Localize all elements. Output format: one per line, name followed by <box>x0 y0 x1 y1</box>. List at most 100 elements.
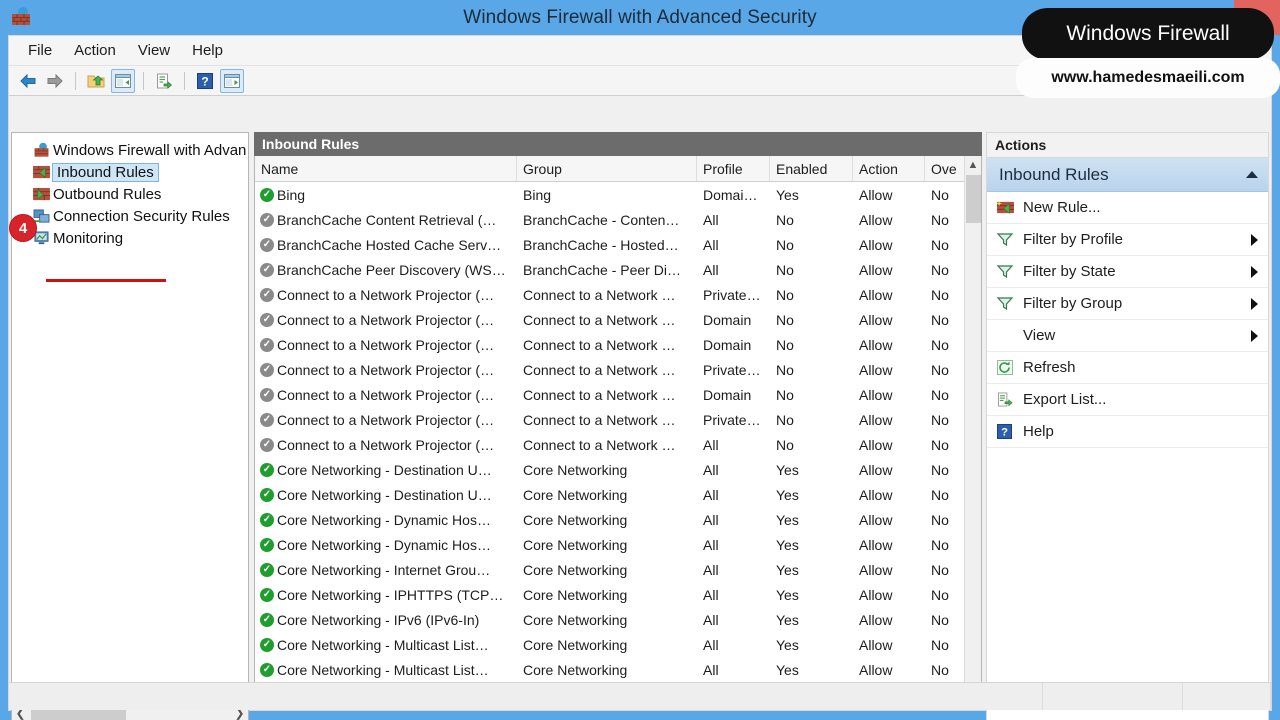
cell-action: Allow <box>859 586 893 603</box>
table-row[interactable]: ✓ Connect to a Network Projector (… Connec… <box>255 407 981 432</box>
sidebar-item-monitoring[interactable]: ▷ Monitoring <box>16 227 248 249</box>
watermark-overlay: Windows Firewall www.hamedesmaeili.com <box>1012 0 1280 100</box>
action-help[interactable]: ? Help <box>987 416 1268 448</box>
rule-name-text: Core Networking - Destination U… <box>277 461 492 478</box>
table-row[interactable]: ✓ Connect to a Network Projector (… Connec… <box>255 357 981 382</box>
cell-override: No <box>931 511 949 528</box>
watermark-site-pill: www.hamedesmaeili.com <box>1016 58 1280 98</box>
submenu-arrow-icon <box>1251 329 1258 342</box>
table-row[interactable]: ✓ Core Networking - IPv6 (IPv6-In) Core Ne… <box>255 607 981 632</box>
cell-action: Allow <box>859 386 893 403</box>
table-row[interactable]: ✓ Connect to a Network Projector (… Connec… <box>255 332 981 357</box>
table-row[interactable]: ✓ Connect to a Network Projector (… Connec… <box>255 382 981 407</box>
rule-enabled-icon: ✓ <box>260 537 274 552</box>
cell-action: Allow <box>859 486 893 503</box>
list-vertical-scrollbar[interactable]: ▲ ▼ <box>964 156 981 701</box>
action-new-rule[interactable]: New Rule... <box>987 192 1268 224</box>
back-icon[interactable] <box>16 69 40 93</box>
table-row[interactable]: ✓ Core Networking - Destination U… Core Ne… <box>255 482 981 507</box>
table-row[interactable]: ✓ Connect to a Network Projector (… Connec… <box>255 432 981 457</box>
cell-group: Connect to a Network … <box>523 311 676 328</box>
sidebar-item-inbound-rules[interactable]: Inbound Rules <box>16 161 248 183</box>
window-body: File Action View Help ? Windows Firewall… <box>8 35 1272 720</box>
connection-security-icon <box>33 208 53 224</box>
cell-group: Core Networking <box>523 611 628 628</box>
cell-enabled: No <box>776 311 794 328</box>
table-row[interactable]: ✓ Connect to a Network Projector (… Connec… <box>255 282 981 307</box>
cell-override: No <box>931 261 949 278</box>
table-row[interactable]: ✓ Core Networking - Dynamic Hos… Core Netw… <box>255 532 981 557</box>
action-label: View <box>1023 327 1056 344</box>
outbound-rules-icon <box>33 187 53 202</box>
scroll-up-icon[interactable]: ▲ <box>965 156 981 173</box>
rule-disabled-icon: ✓ <box>260 262 274 277</box>
action-view[interactable]: View <box>987 320 1268 352</box>
rule-name-text: Core Networking - Multicast List… <box>277 661 489 678</box>
annotation-badge-4: 4 <box>9 214 37 242</box>
show-hide-console-tree-icon[interactable] <box>111 68 135 93</box>
table-row[interactable]: ✓ Bing Bing Domai… Yes Allow No <box>255 182 981 207</box>
cell-group: BranchCache - Hosted… <box>523 236 679 253</box>
column-header-enabled[interactable]: Enabled <box>770 156 853 181</box>
column-header-profile[interactable]: Profile <box>697 156 770 181</box>
menu-view[interactable]: View <box>127 36 181 66</box>
action-filter-by-state[interactable]: Filter by State <box>987 256 1268 288</box>
rules-listview[interactable]: Name Group Profile Enabled Action Ove ✓ B… <box>254 156 982 702</box>
up-folder-icon[interactable] <box>84 69 108 93</box>
table-row[interactable]: ✓ Connect to a Network Projector (… Connec… <box>255 307 981 332</box>
action-filter-by-group[interactable]: Filter by Group <box>987 288 1268 320</box>
table-row[interactable]: ✓ BranchCache Content Retrieval (… BranchC… <box>255 207 981 232</box>
cell-profile: Domain <box>703 311 752 328</box>
refresh-icon <box>997 360 1023 375</box>
rule-name-text: Core Networking - Destination U… <box>277 486 492 503</box>
cell-name: ✓ Connect to a Network Projector (… <box>255 362 517 378</box>
menu-help[interactable]: Help <box>181 36 234 66</box>
column-header-group[interactable]: Group <box>517 156 697 181</box>
action-label: New Rule... <box>1023 199 1101 216</box>
list-vscroll-thumb[interactable] <box>966 175 981 223</box>
table-row[interactable]: ✓ BranchCache Hosted Cache Serv… BranchCac… <box>255 232 981 257</box>
svg-text:?: ? <box>1001 427 1008 439</box>
cell-override: No <box>931 361 949 378</box>
column-header-action[interactable]: Action <box>853 156 925 181</box>
rule-enabled-icon: ✓ <box>260 462 274 477</box>
sidebar-item-outbound-rules[interactable]: Outbound Rules <box>16 183 248 205</box>
cell-group: Connect to a Network … <box>523 386 676 403</box>
cell-group: Core Networking <box>523 511 628 528</box>
table-row[interactable]: ✓ Core Networking - IPHTTPS (TCP… Core Net… <box>255 582 981 607</box>
toolbar-separator-3 <box>184 71 185 90</box>
rule-enabled-icon: ✓ <box>260 662 274 677</box>
table-row[interactable]: ✓ BranchCache Peer Discovery (WS… BranchCa… <box>255 257 981 282</box>
status-segment-1 <box>9 683 1044 710</box>
table-row[interactable]: ✓ Core Networking - Multicast List… Core N… <box>255 657 981 682</box>
cell-profile: Domain <box>703 336 752 353</box>
action-refresh[interactable]: Refresh <box>987 352 1268 384</box>
chevron-up-icon[interactable] <box>1246 171 1258 178</box>
help-icon[interactable]: ? <box>193 69 217 93</box>
rule-name-text: Core Networking - IPHTTPS (TCP… <box>277 586 504 603</box>
menu-file[interactable]: File <box>17 36 63 66</box>
cell-name: ✓ Core Networking - IPHTTPS (TCP… <box>255 587 517 603</box>
rule-name-text: Core Networking - Dynamic Hos… <box>277 536 491 553</box>
table-row[interactable]: ✓ Core Networking - Dynamic Hos… Core Netw… <box>255 507 981 532</box>
table-row[interactable]: ✓ Core Networking - Internet Grou… Core Ne… <box>255 557 981 582</box>
action-filter-by-profile[interactable]: Filter by Profile <box>987 224 1268 256</box>
export-list-icon[interactable] <box>152 69 176 93</box>
rule-enabled-icon: ✓ <box>260 562 274 577</box>
action-label: Help <box>1023 423 1054 440</box>
column-header-name[interactable]: Name <box>255 156 517 181</box>
forward-icon[interactable] <box>43 69 67 93</box>
submenu-arrow-icon <box>1251 233 1258 246</box>
tree-root-windows-firewall[interactable]: Windows Firewall with Advan <box>16 139 248 161</box>
action-export-list[interactable]: Export List... <box>987 384 1268 416</box>
show-hide-action-pane-icon[interactable] <box>220 68 244 93</box>
cell-group: Core Networking <box>523 461 628 478</box>
cell-profile: Private… <box>703 411 761 428</box>
cell-override: No <box>931 586 949 603</box>
sidebar-item-connection-security-rules[interactable]: Connection Security Rules <box>16 205 248 227</box>
actions-group-inbound-rules[interactable]: Inbound Rules <box>987 158 1268 192</box>
menu-action[interactable]: Action <box>63 36 127 66</box>
table-row[interactable]: ✓ Core Networking - Destination U… Core Ne… <box>255 457 981 482</box>
table-row[interactable]: ✓ Core Networking - Multicast List… Core N… <box>255 632 981 657</box>
column-header-override[interactable]: Ove <box>925 156 965 181</box>
